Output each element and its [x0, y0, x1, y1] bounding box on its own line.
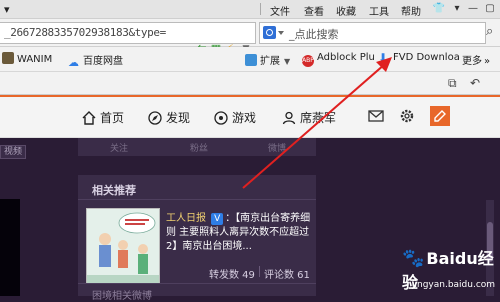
watermark-site: jingyan.baidu.com	[412, 280, 496, 290]
paw-icon: 🐾	[402, 248, 425, 269]
arrow-line	[242, 63, 386, 189]
